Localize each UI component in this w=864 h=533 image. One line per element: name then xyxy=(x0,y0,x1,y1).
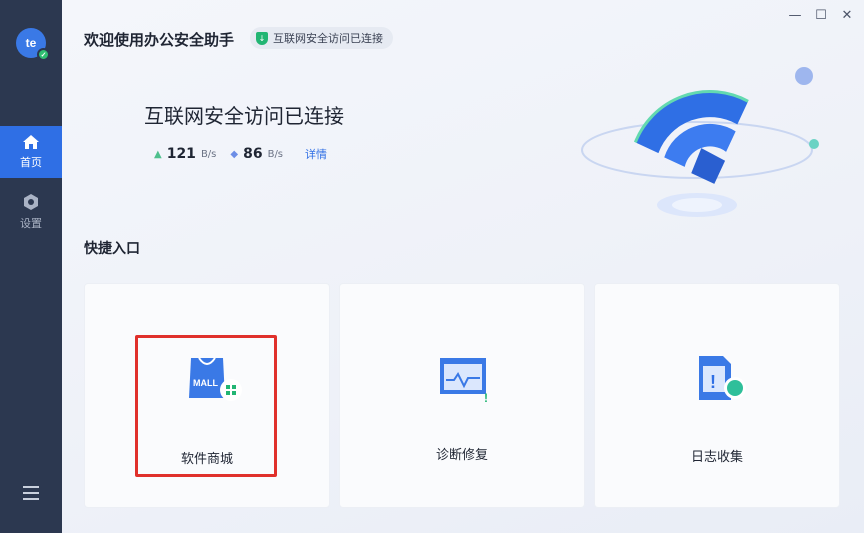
card-diagnose-repair[interactable]: ! 诊断修复 xyxy=(339,283,585,508)
speed-row: ▲ 121 B/s ◆ 86 B/s 详情 xyxy=(154,141,327,167)
upload-value: 121 xyxy=(166,146,196,162)
card-label: 诊断修复 xyxy=(435,448,488,463)
connection-status-text: 互联网安全访问已连接 xyxy=(273,32,383,45)
gear-icon xyxy=(24,194,38,210)
section-title: 快捷入口 xyxy=(84,241,140,257)
hero-status-text: 互联网安全访问已连接 xyxy=(144,104,344,128)
log-file-icon: ! xyxy=(699,356,746,400)
avatar[interactable]: te ✓ xyxy=(16,28,50,61)
shield-icon: ↓ xyxy=(256,31,268,45)
sidebar-item-label: 首页 xyxy=(20,156,42,169)
upload-arrow-icon: ▲ xyxy=(154,148,162,160)
card-label: 日志收集 xyxy=(690,450,743,465)
sidebar: te ✓ 首页 设置 xyxy=(0,0,62,533)
hamburger-menu-icon[interactable] xyxy=(23,486,39,500)
maximize-button[interactable]: ☐ xyxy=(814,8,828,23)
details-link[interactable]: 详情 xyxy=(305,146,327,162)
sidebar-item-home[interactable]: 首页 xyxy=(0,126,62,178)
avatar-text: te xyxy=(25,36,37,50)
wifi-shield-illustration xyxy=(581,67,819,217)
download-arrow-icon: ◆ xyxy=(230,148,239,160)
sidebar-item-settings[interactable]: 设置 xyxy=(0,186,62,238)
diagnostic-monitor-icon: ! xyxy=(440,358,488,404)
close-button[interactable]: ✕ xyxy=(840,8,854,23)
home-icon xyxy=(23,135,39,149)
connection-status-badge: ↓ 互联网安全访问已连接 xyxy=(250,27,393,49)
download-unit: B/s xyxy=(267,148,284,160)
download-speed: ◆ 86 B/s xyxy=(230,146,283,162)
check-icon: ✓ xyxy=(37,48,50,61)
card-log-collection[interactable]: ! 日志收集 xyxy=(594,283,840,508)
page-title: 欢迎使用办公安全助手 xyxy=(84,31,235,49)
svg-text:!: ! xyxy=(710,372,716,392)
svg-text:!: ! xyxy=(484,391,488,404)
download-value: 86 xyxy=(243,146,263,162)
upload-speed: ▲ 121 B/s xyxy=(154,146,216,162)
sidebar-item-label: 设置 xyxy=(20,217,42,230)
main-panel: 欢迎使用办公安全助手 ↓ 互联网安全访问已连接 — ☐ ✕ 互联网安全访问已连接… xyxy=(62,0,864,533)
upload-unit: B/s xyxy=(200,148,217,160)
minimize-button[interactable]: — xyxy=(788,8,802,23)
selection-highlight-box xyxy=(135,335,277,477)
window-controls: — ☐ ✕ xyxy=(788,8,854,23)
